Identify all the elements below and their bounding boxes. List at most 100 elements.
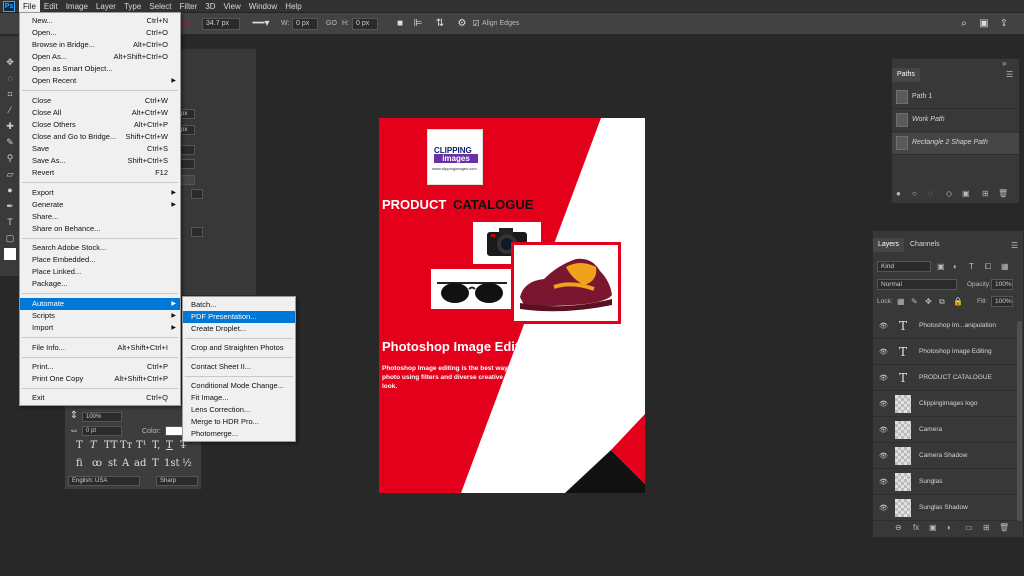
menu-item-close-go-bridge[interactable]: Close and Go to Bridge... Shift+Ctrl+W bbox=[20, 131, 180, 143]
document-canvas[interactable]: CLIPPING images www.clippingimages.com P… bbox=[379, 118, 645, 493]
align-edges-checkbox[interactable]: ☑ bbox=[470, 18, 482, 30]
menu-item-print[interactable]: Print... Ctrl+P bbox=[20, 361, 180, 373]
gear-icon[interactable]: ⚙ bbox=[456, 18, 468, 30]
move-tool-icon[interactable]: ✥ bbox=[4, 56, 16, 68]
lock-artboard-icon[interactable]: ⧉ bbox=[939, 297, 945, 307]
menu-layer[interactable]: Layer bbox=[92, 0, 120, 13]
layer-row[interactable]: 👁 T Photoshop Im...anipulation bbox=[873, 313, 1017, 339]
swash-button[interactable]: st bbox=[108, 458, 117, 469]
menu-item-generate[interactable]: Generate ▶ bbox=[20, 199, 180, 211]
layer-style-icon[interactable]: fx bbox=[913, 523, 919, 532]
lock-position-icon[interactable]: ✥ bbox=[925, 297, 932, 306]
menu-item-open[interactable]: Open... Ctrl+O bbox=[20, 27, 180, 39]
fractions-button[interactable]: ½ bbox=[182, 458, 192, 469]
crop-tool-icon[interactable]: ⌗ bbox=[4, 88, 16, 100]
visibility-eye-icon[interactable]: 👁 bbox=[879, 504, 888, 512]
path-row[interactable]: Work Path bbox=[892, 110, 1019, 132]
make-work-path-icon[interactable]: ◇ bbox=[946, 189, 952, 198]
visibility-eye-icon[interactable]: 👁 bbox=[879, 478, 888, 486]
path-row[interactable]: Path 1 bbox=[892, 87, 1019, 109]
menu-item-package[interactable]: Package... bbox=[20, 278, 180, 290]
menu-item-scripts[interactable]: Scripts ▶ bbox=[20, 310, 180, 322]
titling-button[interactable]: ad bbox=[134, 458, 146, 469]
add-mask-icon[interactable]: ▣ bbox=[962, 189, 970, 198]
menu-window[interactable]: Window bbox=[245, 0, 281, 13]
stamp-tool-icon[interactable]: ⚲ bbox=[4, 152, 16, 164]
path-alignment-icon[interactable]: ⊫ bbox=[412, 18, 424, 30]
submenu-item-fit-image[interactable]: Fit Image... bbox=[183, 392, 295, 404]
filter-pixel-icon[interactable]: ▣ bbox=[937, 262, 945, 271]
layer-row[interactable]: 👁 T Photoshop Image Editing bbox=[873, 339, 1017, 365]
path-row[interactable]: Rectangle 2 Shape Path bbox=[892, 133, 1019, 155]
fill-color-icon[interactable]: ▭ bbox=[182, 18, 194, 30]
subscript-button[interactable]: T, bbox=[152, 440, 160, 451]
ligatures-button[interactable]: fi bbox=[76, 458, 83, 469]
superscript-button[interactable]: T¹ bbox=[136, 440, 147, 451]
menu-item-open-as[interactable]: Open As... Alt+Shift+Ctrl+O bbox=[20, 51, 180, 63]
type-tool-icon[interactable]: T bbox=[4, 216, 16, 228]
submenu-item-pdf-presentation[interactable]: PDF Presentation... bbox=[183, 311, 295, 323]
new-path-icon[interactable]: ⊞ bbox=[982, 189, 989, 198]
menu-filter[interactable]: Filter bbox=[176, 0, 202, 13]
link-label[interactable]: GO bbox=[326, 20, 337, 27]
menu-type[interactable]: Type bbox=[120, 0, 145, 13]
layer-row[interactable]: 👁 Clippingimages logo bbox=[873, 391, 1017, 417]
menu-item-search-stock[interactable]: Search Adobe Stock... bbox=[20, 242, 180, 254]
menu-item-save[interactable]: Save Ctrl+S bbox=[20, 143, 180, 155]
eraser-tool-icon[interactable]: ▱ bbox=[4, 168, 16, 180]
dodge-tool-icon[interactable]: ● bbox=[4, 184, 16, 196]
menu-item-place-linked[interactable]: Place Linked... bbox=[20, 266, 180, 278]
menu-view[interactable]: View bbox=[220, 0, 245, 13]
filter-adjustment-icon[interactable]: ◐ bbox=[953, 262, 958, 271]
rectangle-tool-icon[interactable]: ▢ bbox=[4, 232, 16, 244]
load-selection-icon[interactable]: ◌ bbox=[928, 189, 933, 198]
fill-field[interactable]: 100% bbox=[991, 296, 1013, 307]
submenu-item-conditional-mode[interactable]: Conditional Mode Change... bbox=[183, 380, 295, 392]
new-layer-icon[interactable]: ⊞ bbox=[983, 523, 990, 532]
antialias-select[interactable]: Sharp bbox=[156, 476, 198, 486]
menu-item-share[interactable]: Share... bbox=[20, 211, 180, 223]
path-arrangement-icon[interactable]: ⇅ bbox=[434, 18, 446, 30]
layers-scrollbar[interactable] bbox=[1017, 321, 1022, 521]
menu-3d[interactable]: 3D bbox=[201, 0, 219, 13]
healing-tool-icon[interactable]: ✚ bbox=[4, 120, 16, 132]
layer-row[interactable]: 👁 Sunglas bbox=[873, 469, 1017, 495]
menu-item-exit[interactable]: Exit Ctrl+Q bbox=[20, 392, 180, 404]
submenu-item-create-droplet[interactable]: Create Droplet... bbox=[183, 323, 295, 335]
menu-item-new[interactable]: New... Ctrl+N bbox=[20, 15, 180, 27]
menu-image[interactable]: Image bbox=[62, 0, 92, 13]
submenu-item-contact-sheet[interactable]: Contact Sheet II... bbox=[183, 361, 295, 373]
filter-type-icon[interactable]: T bbox=[969, 262, 974, 271]
layer-row[interactable]: 👁 T PRODUCT CATALOGUE bbox=[873, 365, 1017, 391]
layer-row[interactable]: 👁 Camera bbox=[873, 417, 1017, 443]
lasso-tool-icon[interactable]: ◌ bbox=[4, 72, 16, 84]
blend-mode-select[interactable]: Normal bbox=[877, 279, 957, 290]
menu-item-share-behance[interactable]: Share on Behance... bbox=[20, 223, 180, 235]
menu-item-save-as[interactable]: Save As... Shift+Ctrl+S bbox=[20, 155, 180, 167]
layer-row[interactable]: 👁 Sunglas Shadow bbox=[873, 495, 1017, 521]
submenu-item-batch[interactable]: Batch... bbox=[183, 299, 295, 311]
leading-field[interactable]: 100% bbox=[82, 412, 122, 422]
stylistic-button[interactable]: A bbox=[122, 458, 129, 469]
menu-item-close[interactable]: Close Ctrl+W bbox=[20, 95, 180, 107]
filter-smart-icon[interactable]: ▦ bbox=[1001, 262, 1009, 271]
share-icon[interactable]: ⇪ bbox=[998, 18, 1010, 30]
stroke-path-icon[interactable]: ○ bbox=[912, 189, 917, 198]
link-layers-icon[interactable]: ⊖ bbox=[895, 523, 902, 532]
menu-select[interactable]: Select bbox=[145, 0, 175, 13]
property-field-6[interactable] bbox=[191, 189, 203, 199]
trash-icon[interactable]: 🗑 bbox=[998, 189, 1008, 198]
path-operations-icon[interactable]: ■ bbox=[394, 18, 406, 30]
workspace-icon[interactable]: ▣ bbox=[978, 18, 990, 30]
trash-icon[interactable]: 🗑 bbox=[999, 523, 1009, 532]
width-field[interactable]: 0 px bbox=[292, 18, 318, 30]
tab-paths[interactable]: Paths bbox=[892, 68, 920, 82]
menu-item-automate[interactable]: Automate ▶ bbox=[20, 298, 180, 310]
pen-tool-icon[interactable]: ✒ bbox=[4, 200, 16, 212]
property-field-7[interactable] bbox=[191, 227, 203, 237]
submenu-item-merge-hdr[interactable]: Merge to HDR Pro... bbox=[183, 416, 295, 428]
submenu-item-lens-correction[interactable]: Lens Correction... bbox=[183, 404, 295, 416]
tab-channels[interactable]: Channels bbox=[905, 238, 945, 252]
contextual-button[interactable]: T bbox=[152, 458, 159, 469]
foreground-color-swatch[interactable] bbox=[4, 248, 16, 260]
